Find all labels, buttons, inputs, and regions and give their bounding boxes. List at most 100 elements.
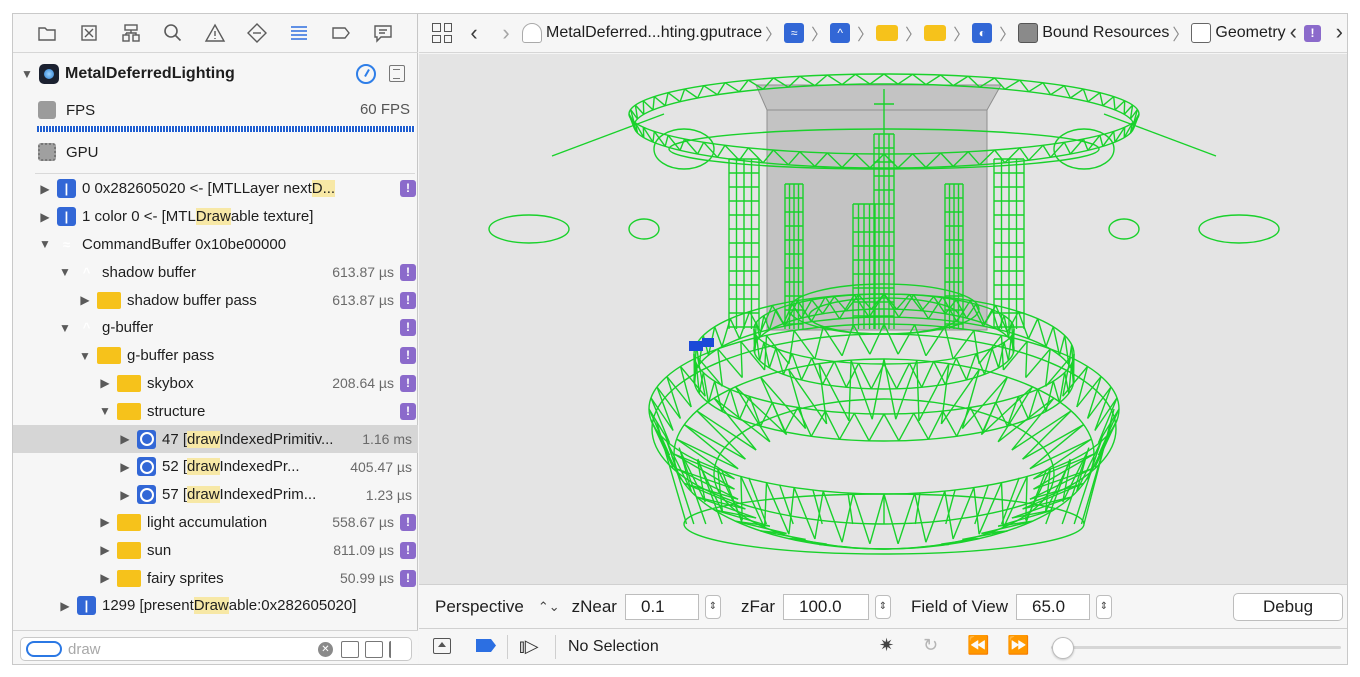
group-folder-crumb-icon[interactable] — [924, 25, 947, 41]
rewind-icon[interactable]: ⏪ — [967, 635, 989, 656]
tree-row[interactable]: ▶ 1 color 0 <- [MTLDrawable texture] — [13, 203, 418, 231]
step-forward-icon[interactable]: ⫾▷ — [519, 636, 539, 657]
issue-badge[interactable]: ! — [400, 319, 416, 337]
mesh-edge — [811, 357, 824, 385]
breadcrumb-bound-resources[interactable]: Bound Resources — [1018, 23, 1169, 43]
tree-row[interactable]: ▼ g-buffer! — [13, 314, 418, 342]
disclosure-triangle-icon[interactable]: ▶ — [37, 210, 53, 224]
disclosure-triangle-icon[interactable]: ▶ — [117, 460, 133, 474]
app-process-row[interactable]: ▼ MetalDeferredLighting — [13, 60, 418, 88]
issue-badge[interactable]: ! — [1304, 25, 1321, 42]
issue-badge[interactable]: ! — [400, 374, 416, 392]
debug-navigator-icon[interactable] — [283, 21, 314, 45]
znear-stepper[interactable]: ⇕ — [704, 594, 721, 619]
tree-row[interactable]: ▼ CommandBuffer 0x10be00000 — [13, 231, 418, 259]
disclosure-triangle-icon[interactable]: ▶ — [97, 571, 113, 585]
tree-row[interactable]: ▼ structure! — [13, 397, 418, 425]
issue-badge[interactable]: ! — [400, 513, 416, 531]
fov-field[interactable] — [1016, 593, 1090, 620]
symbol-icon[interactable] — [73, 21, 104, 45]
filter-input[interactable] — [68, 640, 288, 658]
disclosure-triangle-icon[interactable]: ▶ — [97, 543, 113, 557]
filter-hierarchy-icon[interactable] — [341, 641, 359, 658]
disclosure-triangle-icon[interactable]: ▼ — [77, 349, 93, 363]
folder-icon[interactable] — [31, 21, 62, 45]
clear-filter-icon[interactable]: ✕ — [318, 642, 333, 657]
tree-row[interactable]: ▶ skybox 208.64 µs! — [13, 370, 418, 398]
timeline-slider[interactable] — [1051, 637, 1341, 659]
geometry-viewer[interactable] — [419, 54, 1348, 584]
reload-icon[interactable]: ↻ — [923, 635, 938, 656]
disclosure-triangle-icon[interactable]: ▼ — [19, 67, 35, 81]
znear-field[interactable] — [624, 593, 699, 620]
fps-metric-row[interactable]: FPS 60 FPS — [13, 98, 418, 122]
debug-button[interactable]: Debug — [1233, 593, 1343, 621]
performance-gauge-icon[interactable] — [356, 64, 376, 84]
disclosure-triangle-icon[interactable]: ▶ — [97, 376, 113, 390]
filter-field[interactable]: ✕ — [20, 637, 412, 661]
wireframe-mesh[interactable] — [419, 54, 1348, 584]
warning-icon[interactable] — [199, 21, 230, 45]
fov-stepper[interactable]: ⇕ — [1096, 594, 1112, 619]
tree-row[interactable]: ▶ 47 [drawIndexedPrimitiv... 1.16 ms — [13, 425, 418, 453]
mesh-edge — [716, 82, 726, 96]
tree-row[interactable]: ▶ shadow buffer pass 613.87 µs! — [13, 286, 418, 314]
breadcrumb-geometry[interactable]: Geometry — [1191, 23, 1286, 43]
tree-row[interactable]: ▶ 0 0x282605020 <- [MTLLayer nextD...! — [13, 175, 418, 203]
issue-badge[interactable]: ! — [400, 402, 416, 420]
timeline-slider-knob[interactable] — [1051, 637, 1074, 659]
tree-row[interactable]: ▶ 52 [drawIndexedPr... 405.47 µs — [13, 453, 418, 481]
previous-issue-icon[interactable]: ‹ — [1290, 19, 1297, 45]
issue-badge[interactable]: ! — [400, 180, 416, 198]
disclosure-triangle-icon[interactable]: ▼ — [57, 321, 73, 335]
breakpoints-toggle-icon[interactable] — [476, 639, 496, 652]
toggle-debug-area-icon[interactable] — [433, 638, 451, 654]
tree-row[interactable]: ▶ light accumulation 558.67 µs! — [13, 509, 418, 537]
disclosure-triangle-icon[interactable]: ▶ — [117, 488, 133, 502]
issue-badge[interactable]: ! — [400, 263, 416, 281]
gpu-metric-row[interactable]: GPU — [13, 140, 418, 164]
disclosure-triangle-icon[interactable]: ▶ — [77, 293, 93, 307]
report-icon[interactable] — [367, 21, 398, 45]
issue-badge[interactable]: ! — [400, 569, 416, 587]
encoder-crumb-icon[interactable]: ^ — [830, 23, 851, 43]
fast-forward-icon[interactable]: ⏩ — [1007, 635, 1029, 656]
issue-badge[interactable]: ! — [400, 541, 416, 559]
back-arrow-icon[interactable]: ‹ — [458, 20, 490, 46]
shader-debug-bug-icon[interactable]: ✷ — [879, 635, 894, 656]
filter-flag-icon[interactable] — [389, 641, 407, 658]
projection-chevron-icon[interactable]: ⌃⌄ — [538, 599, 560, 615]
filter-options-icon[interactable] — [26, 641, 62, 657]
search-icon[interactable] — [157, 21, 188, 45]
issue-badge[interactable]: ! — [400, 347, 416, 365]
disclosure-triangle-icon[interactable]: ▶ — [57, 599, 73, 613]
tree-row[interactable]: ▶ 57 [drawIndexedPrim... 1.23 µs — [13, 481, 418, 509]
zfar-field[interactable] — [782, 593, 869, 620]
related-items-icon[interactable] — [432, 23, 452, 43]
pass-folder-crumb-icon[interactable] — [876, 25, 899, 41]
tree-row[interactable]: ▶ 1299 [presentDrawable:0x282605020] — [13, 592, 418, 620]
disclosure-triangle-icon[interactable]: ▼ — [37, 237, 53, 251]
projection-select[interactable]: Perspective — [435, 597, 524, 617]
next-issue-icon[interactable]: › — [1336, 19, 1343, 45]
breakpoint-icon[interactable] — [325, 21, 356, 45]
disclosure-triangle-icon[interactable]: ▼ — [97, 404, 113, 418]
draw-call-crumb-icon[interactable]: ◐ — [972, 23, 993, 43]
command-buffer-crumb-icon[interactable]: ≈ — [784, 23, 805, 43]
breadcrumb-trace-file[interactable]: MetalDeferred...hting.gputrace — [522, 23, 762, 43]
tree-row[interactable]: ▶ fairy sprites 50.99 µs! — [13, 564, 418, 592]
tree-row[interactable]: ▼ shadow buffer 613.87 µs! — [13, 258, 418, 286]
diamond-icon[interactable] — [241, 21, 272, 45]
disclosure-triangle-icon[interactable]: ▶ — [97, 515, 113, 529]
forward-arrow-icon[interactable]: › — [490, 20, 522, 46]
filter-issues-icon[interactable] — [365, 641, 383, 658]
zfar-stepper[interactable]: ⇕ — [874, 594, 891, 619]
disclosure-triangle-icon[interactable]: ▶ — [37, 182, 53, 196]
disclosure-triangle-icon[interactable]: ▼ — [57, 265, 73, 279]
hierarchy-icon[interactable] — [115, 21, 146, 45]
tree-row[interactable]: ▼ g-buffer pass! — [13, 342, 418, 370]
tree-row[interactable]: ▶ sun 811.09 µs! — [13, 536, 418, 564]
issue-badge[interactable]: ! — [400, 291, 416, 309]
list-view-icon[interactable] — [389, 65, 405, 82]
disclosure-triangle-icon[interactable]: ▶ — [117, 432, 133, 446]
